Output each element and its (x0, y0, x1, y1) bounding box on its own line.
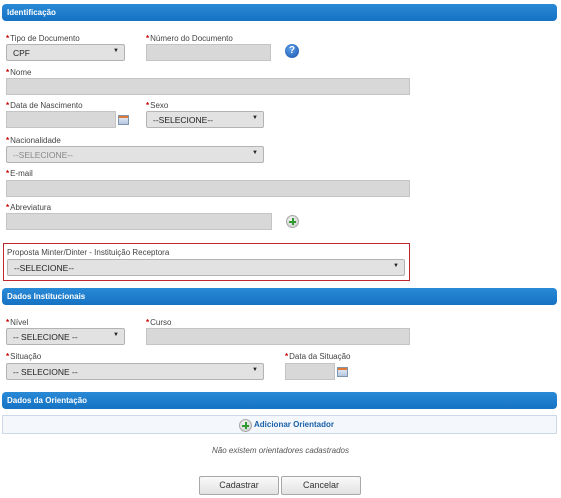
abreviatura-label: *Abreviatura (6, 203, 52, 212)
email-label: *E-mail (6, 169, 33, 178)
nacionalidade-select[interactable]: --SELECIONE-- ▼ (6, 146, 264, 163)
proposta-select[interactable]: --SELECIONE-- ▼ (7, 259, 405, 276)
calendar-icon[interactable] (118, 115, 129, 125)
data-nascimento-label: *Data de Nascimento (6, 101, 83, 110)
situacao-label: *Situação (6, 352, 42, 361)
cancelar-button[interactable]: Cancelar (281, 476, 361, 495)
dropdown-arrow-icon: ▼ (113, 332, 119, 338)
section-title: Identificação (7, 8, 56, 17)
tipo-documento-label: *Tipo de Documento (6, 34, 80, 43)
curso-input[interactable] (146, 328, 410, 345)
nacionalidade-label: *Nacionalidade (6, 136, 61, 145)
dropdown-arrow-icon: ▼ (393, 263, 399, 269)
dropdown-arrow-icon: ▼ (252, 115, 258, 121)
section-title: Dados da Orientação (7, 396, 88, 405)
add-orientador-bar: Adicionar Orientador (2, 415, 557, 434)
numero-documento-input[interactable] (146, 44, 271, 61)
dropdown-arrow-icon: ▼ (252, 150, 258, 156)
nivel-label: *Nível (6, 318, 29, 327)
section-header-dados-orientacao: Dados da Orientação (2, 392, 557, 409)
section-header-identificacao: Identificação (2, 4, 557, 21)
data-situacao-label: *Data da Situação (285, 352, 351, 361)
abreviatura-input[interactable] (6, 213, 272, 230)
situacao-select[interactable]: -- SELECIONE -- ▼ (6, 363, 264, 380)
plus-circle-icon[interactable] (239, 419, 252, 432)
section-header-dados-institucionais: Dados Institucionais (2, 288, 557, 305)
sexo-select[interactable]: --SELECIONE-- ▼ (146, 111, 264, 128)
curso-label: *Curso (146, 318, 172, 327)
dropdown-arrow-icon: ▼ (252, 367, 258, 373)
nome-input[interactable] (6, 78, 410, 95)
add-abreviatura-icon[interactable] (286, 215, 299, 228)
proposta-label: Proposta Minter/Dinter - Instituição Rec… (7, 248, 170, 257)
data-situacao-input[interactable] (285, 363, 335, 380)
calendar-icon[interactable] (337, 367, 348, 377)
add-orientador-link[interactable]: Adicionar Orientador (254, 420, 334, 429)
sexo-label: *Sexo (146, 101, 169, 110)
dropdown-arrow-icon: ▼ (113, 48, 119, 54)
numero-documento-label: *Número do Documento (146, 34, 233, 43)
tipo-documento-select[interactable]: CPF ▼ (6, 44, 125, 61)
nivel-select[interactable]: -- SELECIONE -- ▼ (6, 328, 125, 345)
section-title: Dados Institucionais (7, 292, 86, 301)
email-input[interactable] (6, 180, 410, 197)
data-nascimento-input[interactable] (6, 111, 116, 128)
empty-orientadores-message: Não existem orientadores cadastrados (212, 446, 349, 455)
nome-label: *Nome (6, 68, 32, 77)
help-icon[interactable]: ? (285, 44, 299, 58)
cadastrar-button[interactable]: Cadastrar (199, 476, 279, 495)
